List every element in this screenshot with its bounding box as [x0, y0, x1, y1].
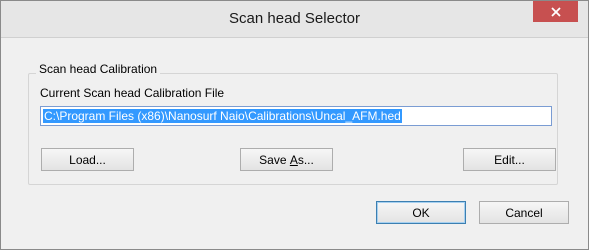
window-title: Scan head Selector: [229, 10, 360, 27]
cancel-button[interactable]: Cancel: [479, 201, 569, 224]
save-as-label-pre: Save: [259, 152, 290, 167]
groupbox-legend: Scan head Calibration: [36, 62, 161, 76]
ok-button[interactable]: OK: [376, 201, 466, 224]
save-as-mnemonic: A: [289, 152, 298, 167]
save-as-label-post: s...: [297, 152, 314, 167]
close-button[interactable]: [533, 1, 578, 22]
close-icon: [550, 6, 561, 17]
edit-button[interactable]: Edit...: [463, 148, 556, 171]
load-button[interactable]: Load...: [41, 148, 134, 171]
save-as-button[interactable]: Save As...: [240, 148, 333, 171]
calibration-file-path: C:\Program Files (x86)\Nanosurf Naio\Cal…: [43, 109, 402, 123]
calibration-file-field[interactable]: C:\Program Files (x86)\Nanosurf Naio\Cal…: [40, 106, 552, 126]
calibration-file-label: Current Scan head Calibration File: [40, 86, 225, 100]
title-bar[interactable]: Scan head Selector: [1, 1, 588, 38]
